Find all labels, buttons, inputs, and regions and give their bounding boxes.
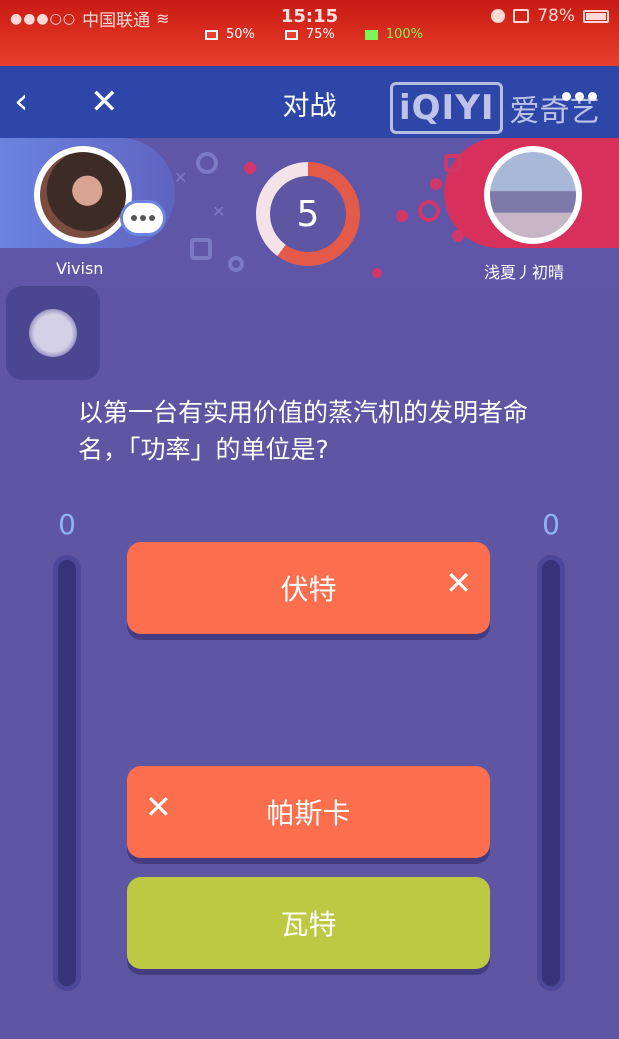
player-left-progress-track bbox=[53, 555, 81, 991]
battery-icon bbox=[583, 9, 609, 23]
answer-option-1[interactable]: 伏特 ✕ bbox=[127, 542, 490, 634]
decor-dot bbox=[430, 178, 442, 190]
battery-percent: 78% bbox=[537, 6, 575, 26]
player-left-avatar[interactable] bbox=[34, 146, 132, 244]
player-right-progress-track bbox=[537, 555, 565, 991]
decor-circle bbox=[196, 152, 218, 174]
player-right-name: 浅夏丿初晴 bbox=[484, 263, 565, 282]
battle-header: ✕ ✕ Vivisn 5 浅夏丿初晴 bbox=[0, 138, 619, 288]
iqiyi-logo: iQIYI bbox=[390, 82, 504, 134]
player-left-name: Vivisn bbox=[56, 259, 104, 278]
avatar bbox=[490, 152, 576, 238]
metric-battery-value: 100% bbox=[385, 27, 423, 42]
decor-square bbox=[190, 238, 212, 260]
countdown-value: 5 bbox=[270, 176, 346, 252]
player-right-score: 0 bbox=[542, 508, 560, 541]
answer-option-label: 帕斯卡 bbox=[266, 797, 351, 830]
status-right: 78% bbox=[491, 6, 609, 26]
metric-memory-value: 75% bbox=[305, 27, 335, 42]
decor-dot bbox=[244, 162, 256, 174]
decor-square bbox=[444, 154, 462, 172]
avatar bbox=[40, 152, 126, 238]
wrong-mark-icon: ✕ bbox=[445, 564, 472, 602]
metric-memory-icon bbox=[284, 29, 298, 40]
metric-memory: 75% bbox=[284, 27, 335, 42]
wrong-mark-icon: ✕ bbox=[145, 788, 172, 826]
decor-x: ✕ bbox=[212, 202, 226, 221]
metric-cpu-icon bbox=[205, 29, 218, 40]
voice-button[interactable] bbox=[6, 286, 100, 380]
decor-dot bbox=[452, 230, 464, 242]
microphone-icon bbox=[29, 309, 77, 357]
decor-circle bbox=[228, 256, 244, 272]
countdown-timer: 5 bbox=[256, 162, 360, 266]
metric-cpu: 50% bbox=[205, 27, 255, 42]
player-right-avatar[interactable] bbox=[484, 146, 582, 244]
metric-battery-icon bbox=[364, 29, 378, 40]
question-text: 以第一台有实用价值的蒸汽机的发明者命名，「功率」的单位是? bbox=[78, 398, 529, 464]
iqiyi-watermark: iQIYI 爱奇艺 bbox=[390, 82, 599, 134]
screen-mirror-icon bbox=[513, 9, 530, 23]
answer-option-2[interactable]: ✕ 帕斯卡 bbox=[127, 766, 490, 858]
metric-cpu-value: 50% bbox=[226, 27, 255, 42]
chat-bubble-icon[interactable] bbox=[120, 200, 166, 236]
lock-rotation-icon bbox=[491, 9, 506, 23]
answer-option-label: 伏特 bbox=[280, 573, 337, 606]
iqiyi-text: 爱奇艺 bbox=[509, 94, 600, 129]
decor-dot bbox=[396, 210, 408, 222]
player-left-score: 0 bbox=[58, 508, 76, 541]
decor-dot bbox=[372, 268, 382, 278]
answer-option-label: 瓦特 bbox=[280, 908, 337, 941]
recording-metrics: 50% 75% 100% bbox=[205, 27, 423, 42]
status-bar: ●●●○○ 中国联通 ≋ 15:15 78% 50% 75% 100% bbox=[0, 0, 619, 66]
answer-option-3[interactable]: 瓦特 bbox=[127, 877, 490, 969]
decor-x: ✕ bbox=[174, 168, 188, 187]
decor-circle bbox=[418, 200, 440, 222]
metric-battery: 100% bbox=[364, 27, 423, 42]
